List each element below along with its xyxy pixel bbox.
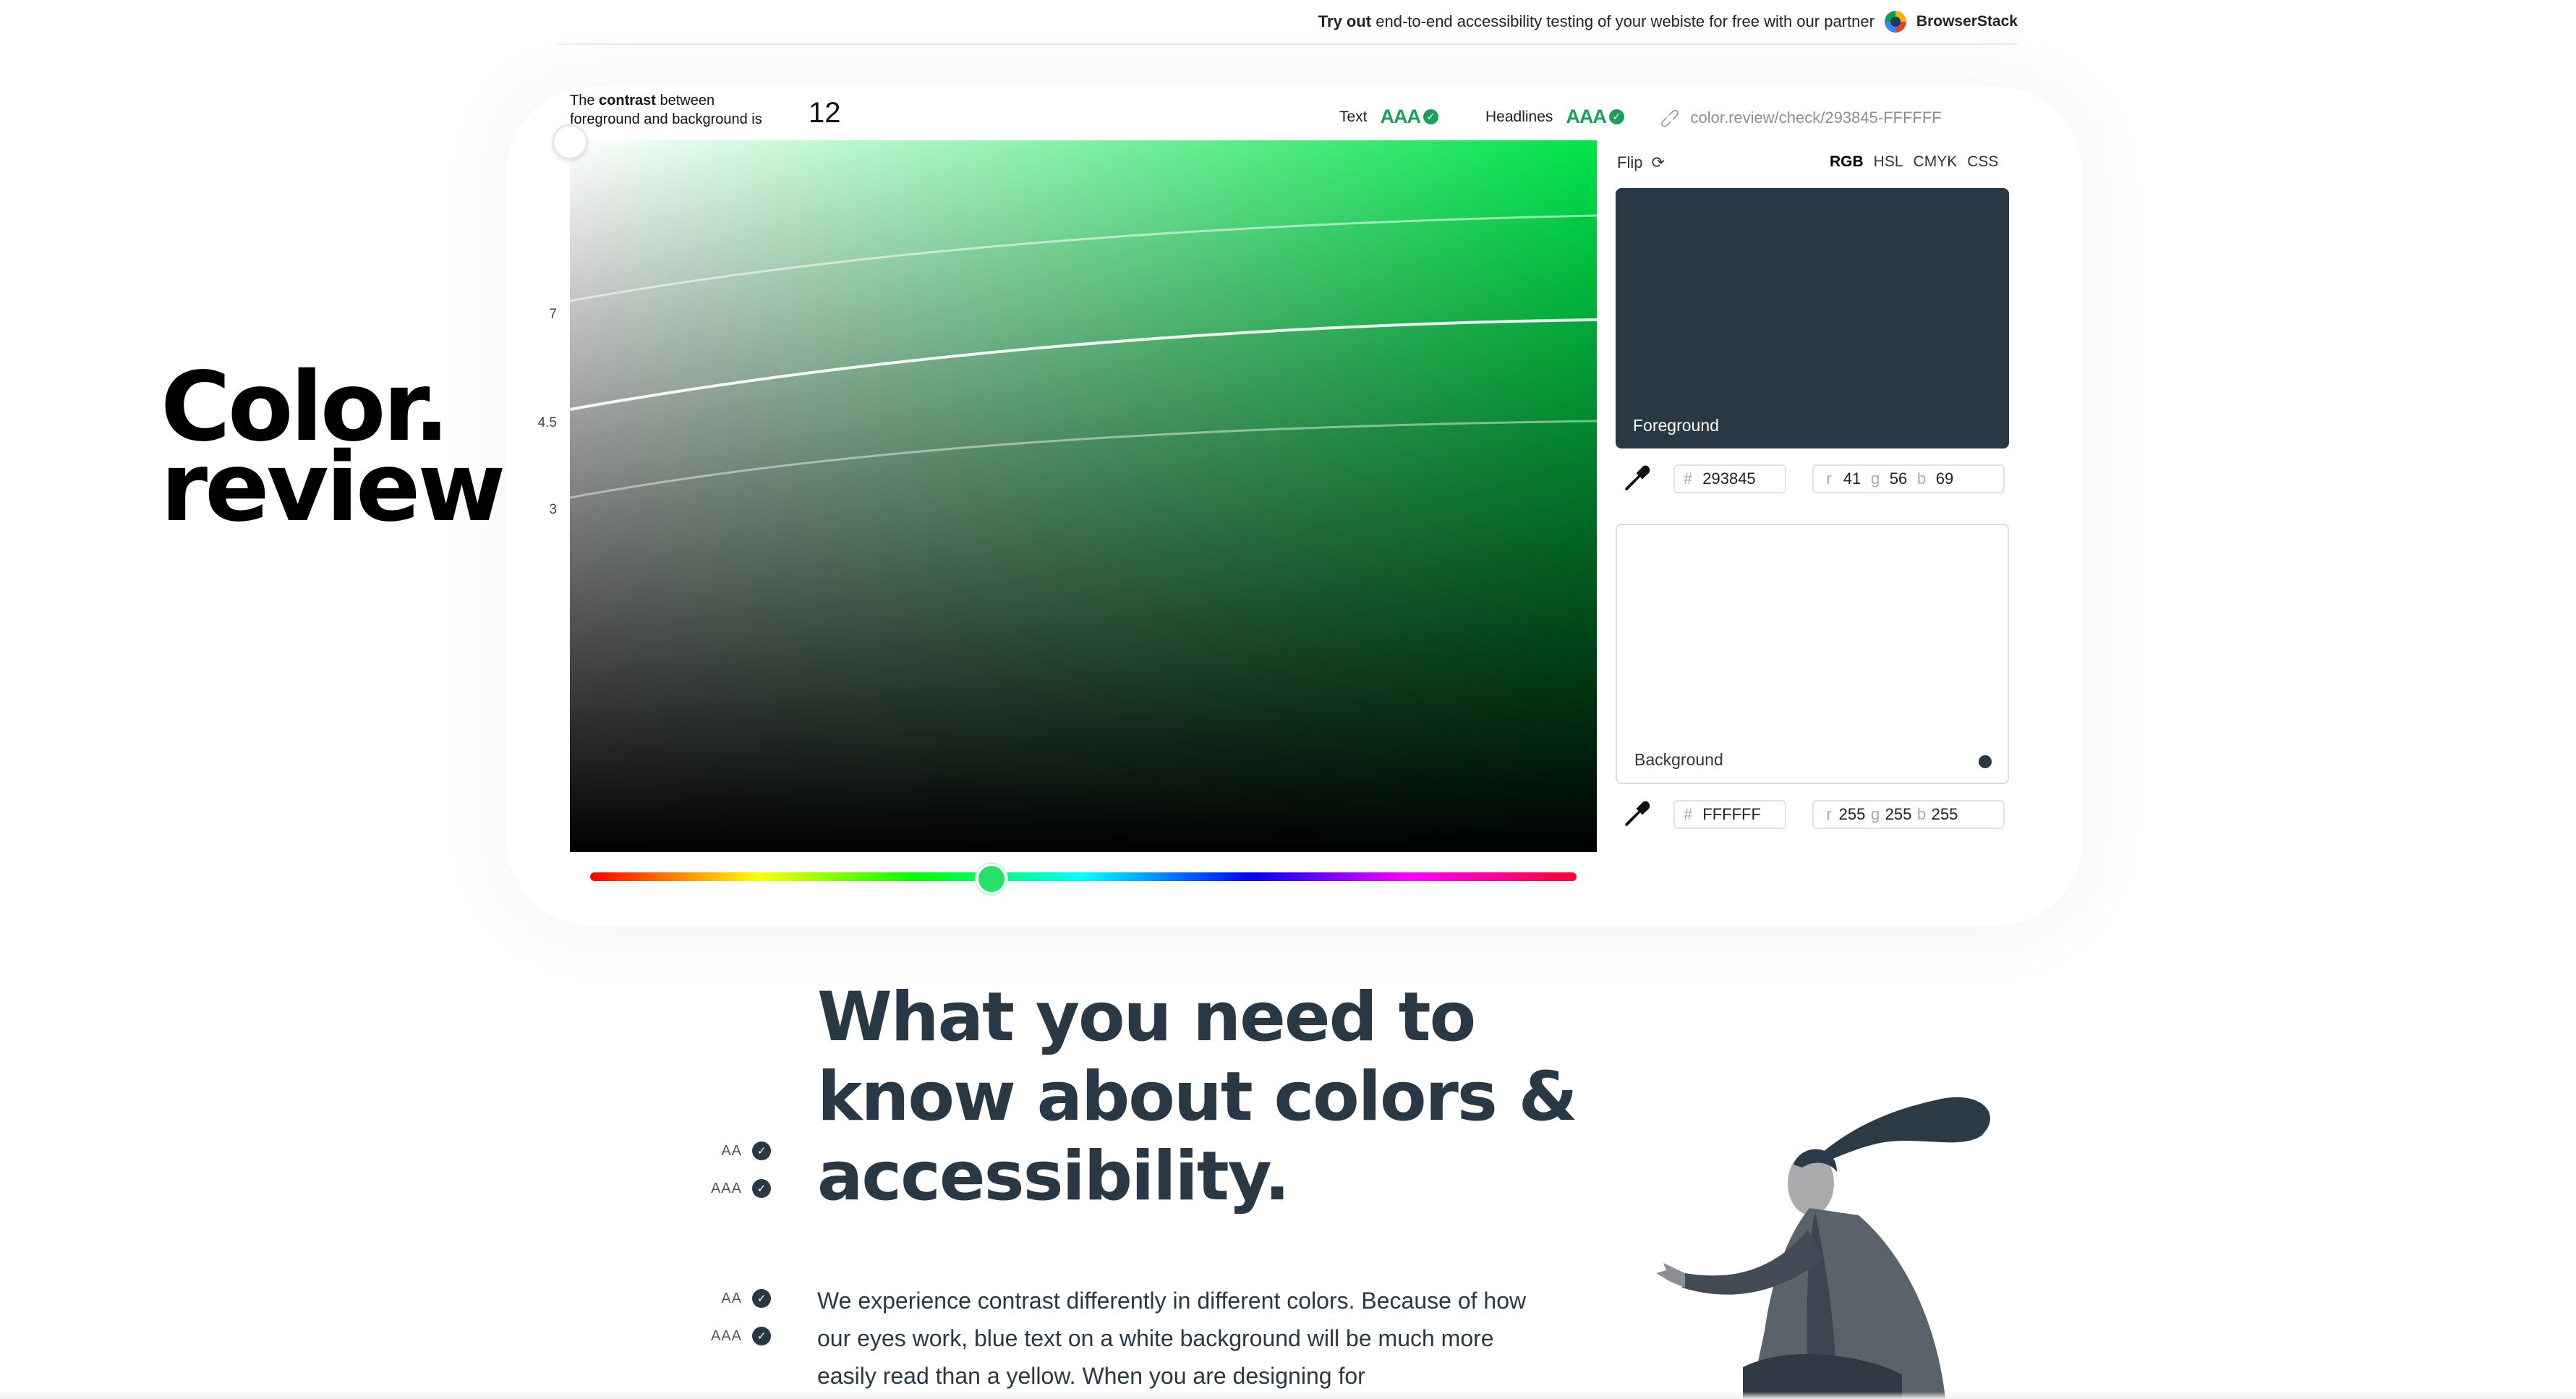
check-icon: ✓ (752, 1289, 771, 1308)
headline-badge-aa: AA ✓ (709, 1141, 771, 1160)
text-rating-score: AAA (1380, 106, 1421, 127)
background-hex-input[interactable]: # FFFFFF (1673, 800, 1786, 829)
curve-large-3 (570, 420, 1597, 499)
check-icon: ✓ (1423, 109, 1439, 124)
background-swatch[interactable]: Background (1616, 524, 2009, 784)
ylabel-7: 7 (549, 307, 557, 322)
logo-line-2: review (161, 431, 506, 543)
browserstack-logo-icon (1884, 11, 1906, 33)
check-icon: ✓ (752, 1327, 771, 1345)
background-rgb-input[interactable]: r 255 g 255 b 255 (1812, 800, 2005, 829)
contrast-value: 12 (809, 97, 841, 129)
contrast-curves (570, 214, 1597, 499)
ylabel-4-5: 4.5 (537, 415, 557, 430)
foreground-hex-value: 293845 (1702, 469, 1756, 488)
foreground-b-value[interactable]: 69 (1928, 469, 1961, 488)
curve-aa-4-5 (570, 318, 1597, 411)
foreground-label: Foreground (1633, 416, 1719, 435)
curve-aaa-7 (570, 214, 1597, 302)
hue-slider[interactable] (590, 872, 1577, 881)
article-headline: What you need to know about colors & acc… (817, 978, 1578, 1216)
headlines-rating-label: Headlines (1485, 108, 1553, 125)
paragraph-badge-aaa: AAA ✓ (709, 1327, 771, 1345)
headlines-rating-score: AAA (1566, 106, 1606, 127)
paragraph-badge-aa: AA ✓ (709, 1289, 771, 1308)
text-rating: Text AAA ✓ (1339, 106, 1439, 128)
foreground-hex-input[interactable]: # 293845 (1673, 464, 1786, 493)
check-icon: ✓ (752, 1141, 771, 1160)
flip-label: Flip (1617, 153, 1643, 171)
flip-button[interactable]: Flip ⟳ (1617, 153, 1665, 172)
person-illustration (1656, 1097, 1990, 1399)
text-rating-label: Text (1339, 108, 1368, 125)
partner-banner[interactable]: Try out end-to-end accessibility testing… (557, 0, 2018, 45)
background-g-value[interactable]: 255 (1882, 805, 1915, 824)
background-hex-value: FFFFFF (1702, 805, 1761, 823)
color-mode-tabs: RGB HSL CMYK CSS (1830, 153, 1998, 171)
tab-cmyk[interactable]: CMYK (1914, 153, 1958, 171)
hue-slider-handle[interactable] (976, 864, 1007, 894)
share-link-text[interactable]: color.review/check/293845-FFFFFF (1691, 109, 1942, 127)
foreground-r-value[interactable]: 41 (1835, 469, 1869, 488)
check-icon: ✓ (752, 1179, 771, 1198)
article-paragraph: We experience contrast differently in di… (817, 1288, 1527, 1389)
selected-dot-icon (1979, 755, 1992, 768)
refresh-icon: ⟳ (1651, 153, 1665, 171)
check-icon: ✓ (1608, 109, 1624, 124)
foreground-inputs: # 293845 r 41 g 56 b 69 (1620, 464, 2005, 494)
link-icon: ⊂⊃ (1655, 103, 1684, 132)
background-b-value[interactable]: 255 (1928, 805, 1961, 824)
banner-text: Try out end-to-end accessibility testing… (1318, 12, 1875, 30)
bottom-fade (0, 1392, 2576, 1399)
share-link[interactable]: ⊂⊃ color.review/check/293845-FFFFFF (1655, 104, 1942, 132)
tab-hsl[interactable]: HSL (1874, 153, 1903, 171)
eyedropper-icon[interactable] (1620, 798, 1653, 831)
background-label: Background (1634, 750, 1723, 769)
foreground-swatch[interactable]: Foreground (1616, 188, 2009, 448)
ylabel-3: 3 (549, 502, 557, 517)
contrast-label: The contrast between foreground and back… (570, 93, 762, 127)
site-logo[interactable]: Color. review (161, 360, 506, 543)
eyedropper-icon[interactable] (1620, 462, 1653, 496)
headlines-rating: Headlines AAA ✓ (1485, 106, 1624, 128)
tab-css[interactable]: CSS (1967, 153, 1998, 171)
headline-badge-aaa: AAA ✓ (709, 1179, 771, 1198)
foreground-rgb-input[interactable]: r 41 g 56 b 69 (1812, 464, 2005, 493)
partner-name[interactable]: BrowserStack (1916, 13, 2018, 30)
foreground-g-value[interactable]: 56 (1882, 469, 1915, 488)
picker-handle[interactable] (553, 124, 587, 159)
background-inputs: # FFFFFF r 255 g 255 b 255 (1620, 799, 2005, 830)
tab-rgb[interactable]: RGB (1830, 153, 1864, 171)
background-r-value[interactable]: 255 (1835, 805, 1869, 824)
